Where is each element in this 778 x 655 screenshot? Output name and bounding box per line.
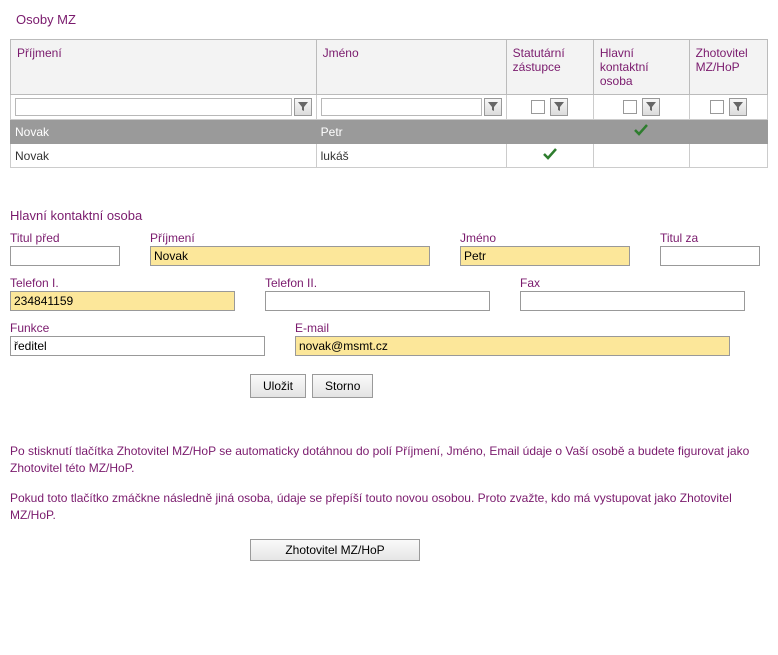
- cell-main-contact: [593, 144, 689, 168]
- col-statutory[interactable]: Statutární zástupce: [506, 40, 593, 95]
- table-row[interactable]: Novaklukáš: [11, 144, 768, 168]
- info-text: Po stisknutí tlačítka Zhotovitel MZ/HoP …: [10, 443, 768, 525]
- filter-icon[interactable]: [550, 98, 568, 116]
- filter-icon[interactable]: [294, 98, 312, 116]
- filter-surname-input[interactable]: [15, 98, 292, 116]
- page-title: Osoby MZ: [16, 12, 768, 27]
- input-fax[interactable]: [520, 291, 745, 311]
- check-icon: [542, 147, 558, 164]
- cell-surname: Novak: [11, 120, 317, 144]
- filter-firstname-input[interactable]: [321, 98, 482, 116]
- filter-contractor-checkbox[interactable]: [710, 100, 724, 114]
- label-fax: Fax: [520, 276, 745, 290]
- table-row[interactable]: NovakPetr: [11, 120, 768, 144]
- filter-statutory-checkbox[interactable]: [531, 100, 545, 114]
- cell-contractor: [689, 120, 767, 144]
- input-email[interactable]: [295, 336, 730, 356]
- cancel-button[interactable]: Storno: [312, 374, 373, 398]
- people-grid: Příjmení Jméno Statutární zástupce Hlavn…: [10, 39, 768, 168]
- col-contractor[interactable]: Zhotovitel MZ/HoP: [689, 40, 767, 95]
- filter-icon[interactable]: [729, 98, 747, 116]
- col-firstname[interactable]: Jméno: [316, 40, 506, 95]
- filter-icon[interactable]: [642, 98, 660, 116]
- label-phone1: Telefon I.: [10, 276, 235, 290]
- input-function[interactable]: [10, 336, 265, 356]
- cell-firstname: lukáš: [316, 144, 506, 168]
- cell-statutory: [506, 120, 593, 144]
- grid-filter-row: [11, 95, 768, 120]
- cell-surname: Novak: [11, 144, 317, 168]
- save-button[interactable]: Uložit: [250, 374, 306, 398]
- label-title-before: Titul před: [10, 231, 120, 245]
- cell-contractor: [689, 144, 767, 168]
- filter-main-contact-checkbox[interactable]: [623, 100, 637, 114]
- filter-icon[interactable]: [484, 98, 502, 116]
- label-firstname: Jméno: [460, 231, 630, 245]
- input-surname[interactable]: [150, 246, 430, 266]
- check-icon: [633, 123, 649, 140]
- cell-firstname: Petr: [316, 120, 506, 144]
- label-surname: Příjmení: [150, 231, 430, 245]
- contractor-button[interactable]: Zhotovitel MZ/HoP: [250, 539, 420, 561]
- label-title-after: Titul za: [660, 231, 760, 245]
- info-paragraph-1: Po stisknutí tlačítka Zhotovitel MZ/HoP …: [10, 443, 768, 478]
- input-phone2[interactable]: [265, 291, 490, 311]
- detail-section-title: Hlavní kontaktní osoba: [10, 208, 768, 223]
- label-email: E-mail: [295, 321, 730, 335]
- col-surname[interactable]: Příjmení: [11, 40, 317, 95]
- grid-header-row: Příjmení Jméno Statutární zástupce Hlavn…: [11, 40, 768, 95]
- col-main-contact[interactable]: Hlavní kontaktní osoba: [593, 40, 689, 95]
- info-paragraph-2: Pokud toto tlačítko zmáčkne následně jin…: [10, 490, 768, 525]
- cell-statutory: [506, 144, 593, 168]
- label-function: Funkce: [10, 321, 265, 335]
- label-phone2: Telefon II.: [265, 276, 490, 290]
- input-title-before[interactable]: [10, 246, 120, 266]
- input-title-after[interactable]: [660, 246, 760, 266]
- input-firstname[interactable]: [460, 246, 630, 266]
- cell-main-contact: [593, 120, 689, 144]
- input-phone1[interactable]: [10, 291, 235, 311]
